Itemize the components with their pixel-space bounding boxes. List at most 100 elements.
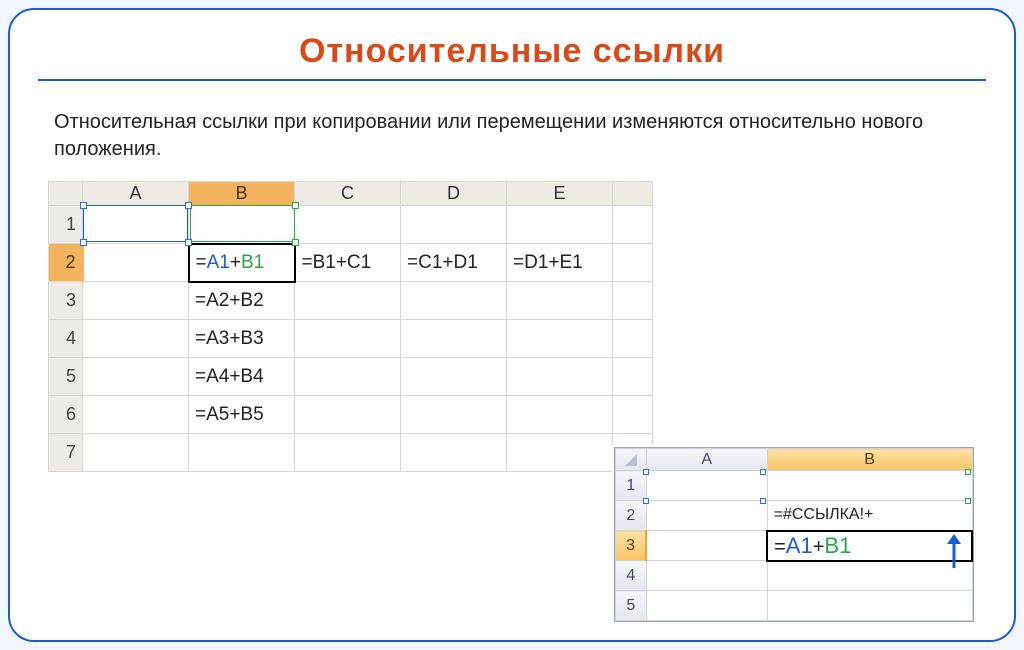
col-header-a[interactable]: A bbox=[83, 182, 189, 206]
cell-a6[interactable] bbox=[83, 396, 189, 434]
cell-e2[interactable]: =D1+E1 bbox=[507, 244, 613, 282]
plus-op: + bbox=[813, 536, 825, 558]
arrow-up-icon bbox=[945, 534, 963, 570]
cell-a4[interactable] bbox=[83, 320, 189, 358]
cell-d5[interactable] bbox=[401, 358, 507, 396]
slide-frame: Относительные ссылки Относительная ссылк… bbox=[8, 8, 1016, 642]
title-underline bbox=[38, 79, 986, 81]
drag-handle-icon[interactable] bbox=[292, 239, 299, 246]
cell-e5[interactable] bbox=[507, 358, 613, 396]
mini-cell-b1[interactable] bbox=[767, 471, 972, 501]
mini-cell-b4[interactable] bbox=[767, 561, 972, 591]
row-header-5[interactable]: 5 bbox=[49, 358, 83, 396]
cell-a7[interactable] bbox=[83, 434, 189, 472]
drag-handle-icon[interactable] bbox=[643, 469, 649, 475]
mini-row-header-3[interactable]: 3 bbox=[616, 531, 647, 561]
col-header-blank bbox=[613, 182, 653, 206]
cell-blank-6 bbox=[613, 396, 653, 434]
cell-a3[interactable] bbox=[83, 282, 189, 320]
plus-op: + bbox=[230, 252, 241, 273]
cell-blank-2 bbox=[613, 244, 653, 282]
eq-sign: = bbox=[774, 536, 786, 558]
mini-row-header-5[interactable]: 5 bbox=[616, 591, 647, 621]
cell-d3[interactable] bbox=[401, 282, 507, 320]
formula-ref-a: A1 bbox=[786, 533, 813, 558]
cell-e6[interactable] bbox=[507, 396, 613, 434]
mini-cell-b2[interactable]: =#ССЫЛКА!+ bbox=[767, 501, 972, 531]
cell-a5[interactable] bbox=[83, 358, 189, 396]
page-title: Относительные ссылки bbox=[10, 32, 1014, 71]
eq-sign: = bbox=[196, 252, 207, 273]
cell-e7[interactable] bbox=[507, 434, 613, 472]
cell-a1[interactable] bbox=[83, 206, 189, 244]
row-header-7[interactable]: 7 bbox=[49, 434, 83, 472]
cell-b6[interactable]: =A5+B5 bbox=[189, 396, 295, 434]
cell-b3[interactable]: =A2+B2 bbox=[189, 282, 295, 320]
formula-ref-a: A1 bbox=[207, 252, 230, 273]
cell-blank-4 bbox=[613, 320, 653, 358]
mini-cell-b3-active[interactable]: =A1+B1 bbox=[767, 531, 972, 561]
cell-c1[interactable] bbox=[295, 206, 401, 244]
cell-a2[interactable] bbox=[83, 244, 189, 282]
mini-col-header-b[interactable]: B bbox=[767, 449, 972, 471]
mini-cell-b5[interactable] bbox=[767, 591, 972, 621]
col-header-c[interactable]: C bbox=[295, 182, 401, 206]
select-all-corner[interactable] bbox=[49, 182, 83, 206]
drag-handle-icon[interactable] bbox=[643, 498, 649, 504]
cell-c7[interactable] bbox=[295, 434, 401, 472]
drag-handle-icon[interactable] bbox=[80, 202, 87, 209]
cell-c2[interactable]: =B1+C1 bbox=[295, 244, 401, 282]
col-header-b[interactable]: B bbox=[189, 182, 295, 206]
row-header-2[interactable]: 2 bbox=[49, 244, 83, 282]
cell-e4[interactable] bbox=[507, 320, 613, 358]
cell-b4[interactable]: =A3+B3 bbox=[189, 320, 295, 358]
cell-d1[interactable] bbox=[401, 206, 507, 244]
cell-blank-3 bbox=[613, 282, 653, 320]
mini-cell-a4[interactable] bbox=[646, 561, 767, 591]
cell-b5[interactable]: =A4+B4 bbox=[189, 358, 295, 396]
drag-handle-icon[interactable] bbox=[80, 239, 87, 246]
cell-b2-active[interactable]: =A1+B1 bbox=[189, 244, 295, 282]
drag-handle-icon[interactable] bbox=[965, 498, 971, 504]
mini-cell-a5[interactable] bbox=[646, 591, 767, 621]
cell-e3[interactable] bbox=[507, 282, 613, 320]
row-header-3[interactable]: 3 bbox=[49, 282, 83, 320]
cell-d7[interactable] bbox=[401, 434, 507, 472]
mini-cell-a1[interactable] bbox=[646, 471, 767, 501]
cell-c3[interactable] bbox=[295, 282, 401, 320]
mini-col-header-a[interactable]: A bbox=[646, 449, 767, 471]
cell-b1[interactable] bbox=[189, 206, 295, 244]
main-spreadsheet: A B C D E 1 2 =A1+B1 bbox=[48, 181, 1014, 472]
cell-c6[interactable] bbox=[295, 396, 401, 434]
cell-e1[interactable] bbox=[507, 206, 613, 244]
cell-d6[interactable] bbox=[401, 396, 507, 434]
cell-c5[interactable] bbox=[295, 358, 401, 396]
drag-handle-icon[interactable] bbox=[965, 469, 971, 475]
mini-cell-a2[interactable] bbox=[646, 501, 767, 531]
col-header-e[interactable]: E bbox=[507, 182, 613, 206]
mini-select-all-corner[interactable] bbox=[616, 449, 647, 471]
mini-cell-a3[interactable] bbox=[646, 531, 767, 561]
col-header-d[interactable]: D bbox=[401, 182, 507, 206]
cell-b7[interactable] bbox=[189, 434, 295, 472]
drag-handle-icon[interactable] bbox=[185, 239, 192, 246]
description-text: Относительная ссылки при копировании или… bbox=[54, 109, 976, 163]
row-header-1[interactable]: 1 bbox=[49, 206, 83, 244]
formula-ref-b: B1 bbox=[241, 252, 264, 273]
row-header-6[interactable]: 6 bbox=[49, 396, 83, 434]
cell-d2[interactable]: =C1+D1 bbox=[401, 244, 507, 282]
formula-ref-b: B1 bbox=[824, 533, 851, 558]
mini-row-header-1[interactable]: 1 bbox=[616, 471, 647, 501]
drag-handle-icon[interactable] bbox=[760, 498, 766, 504]
mini-row-header-4[interactable]: 4 bbox=[616, 561, 647, 591]
drag-handle-icon[interactable] bbox=[760, 469, 766, 475]
row-header-4[interactable]: 4 bbox=[49, 320, 83, 358]
cell-blank-5 bbox=[613, 358, 653, 396]
drag-handle-icon[interactable] bbox=[292, 202, 299, 209]
cell-blank-1 bbox=[613, 206, 653, 244]
mini-row-header-2[interactable]: 2 bbox=[616, 501, 647, 531]
cell-d4[interactable] bbox=[401, 320, 507, 358]
cell-c4[interactable] bbox=[295, 320, 401, 358]
mini-spreadsheet: A B 1 2 =#ССЫЛКА!+ 3 =A1+B1 4 bbox=[614, 447, 974, 622]
drag-handle-icon[interactable] bbox=[185, 202, 192, 209]
